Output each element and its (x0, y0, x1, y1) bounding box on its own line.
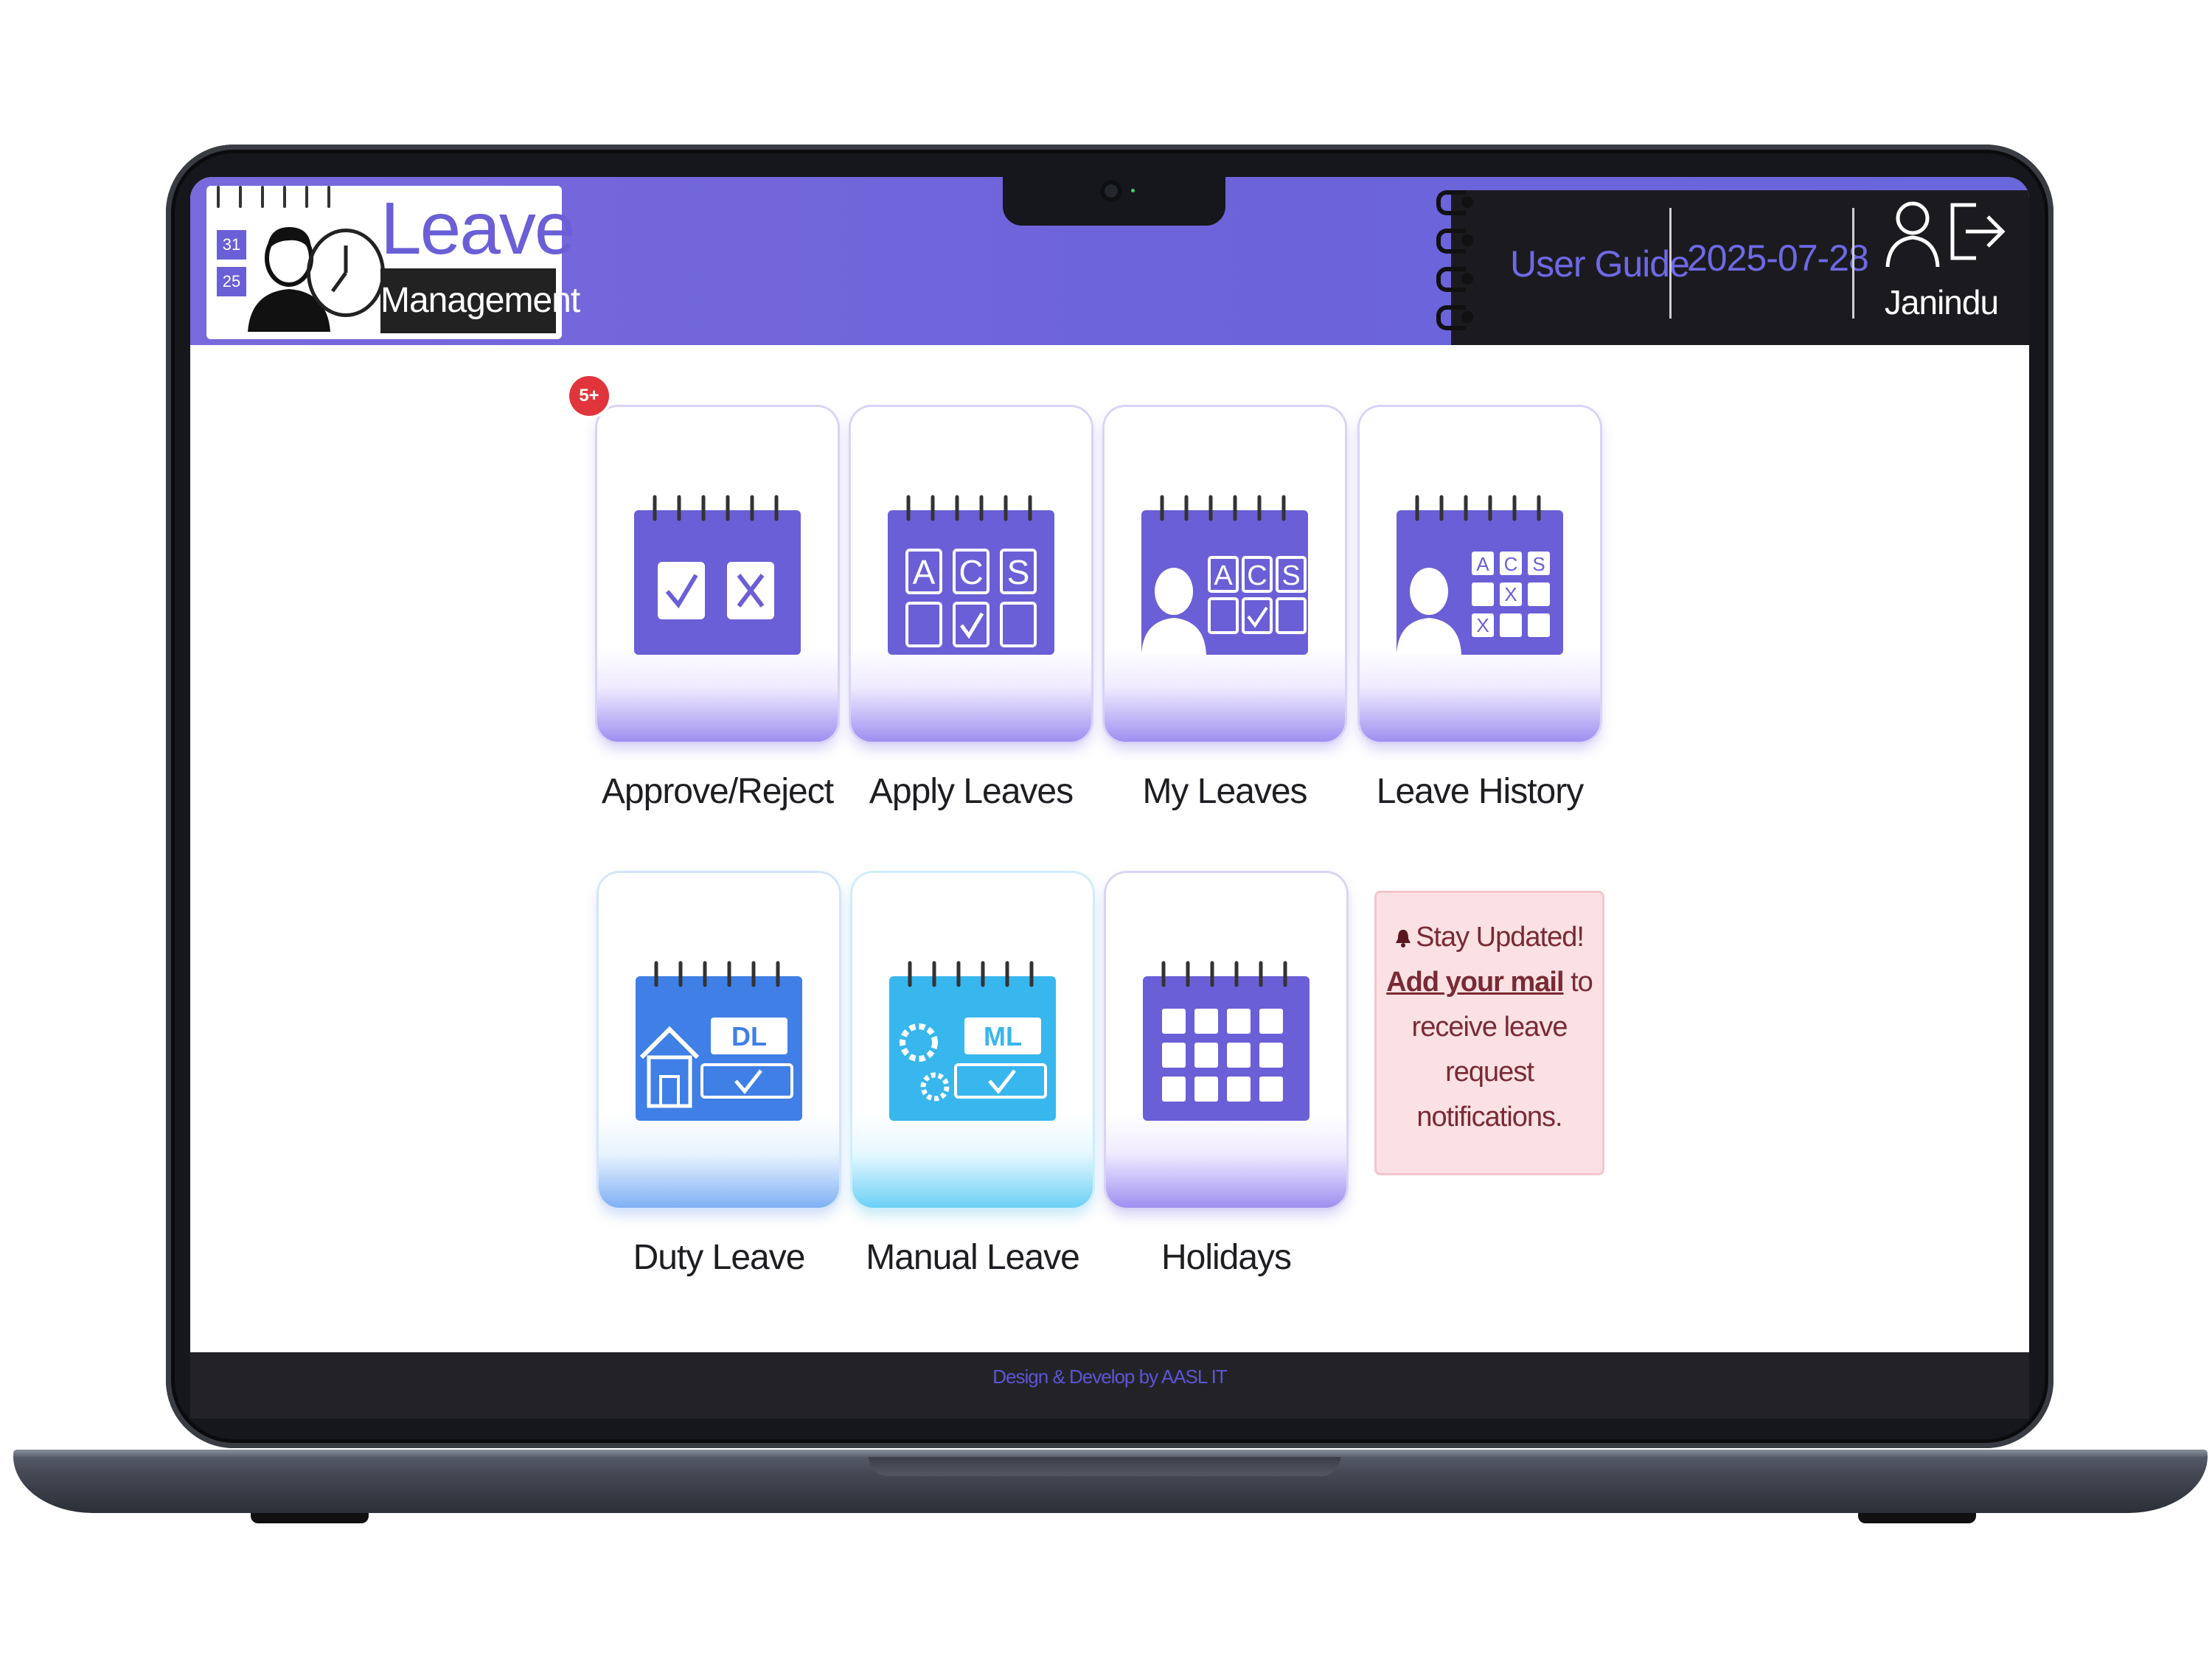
letter-s: S (1532, 553, 1545, 575)
tile-label-duty-leave[interactable]: Duty Leave (579, 1236, 859, 1280)
tile-apply-leaves[interactable]: A C S (851, 407, 1091, 742)
logo-rings (217, 186, 349, 208)
screen: 31 25 Leave Management User Guide 2025-0… (190, 177, 2029, 1419)
camera-icon (1100, 180, 1122, 202)
tile-manual-leave[interactable]: ML (852, 873, 1093, 1208)
footer-credit: Design & Develop by AASL IT (992, 1366, 1227, 1388)
logo-date-1: 31 (217, 230, 246, 260)
letter-s: S (1007, 553, 1030, 591)
header-divider (1852, 208, 1854, 319)
letter-c: C (1247, 560, 1267, 591)
letter-a: A (1214, 560, 1233, 591)
add-mail-link[interactable]: Add your mail (1386, 967, 1564, 998)
header-divider (1669, 208, 1672, 319)
notice-text-to: to (1571, 967, 1593, 998)
tile-my-leaves[interactable]: A C S (1105, 407, 1345, 742)
tile-label-apply-leaves[interactable]: Apply Leaves (831, 770, 1111, 814)
logo-date-2: 25 (217, 267, 246, 296)
spiral-binding-icon (1436, 190, 1478, 336)
username: Janindu (1884, 283, 1999, 321)
laptop-foot (1858, 1513, 1976, 1523)
letter-c: C (959, 553, 983, 591)
my-leaves-icon: A C S (1141, 495, 1308, 655)
tile-label-my-leaves[interactable]: My Leaves (1085, 770, 1365, 814)
logo-title: Leave (380, 187, 575, 270)
bell-icon (1396, 930, 1411, 947)
user-guide-link[interactable]: User Guide (1510, 234, 1690, 293)
notice-line-4: request (1445, 1057, 1534, 1088)
leave-history-icon: A C S X X (1397, 495, 1563, 655)
notice-line-3: receive leave (1411, 1012, 1568, 1043)
apply-leaves-icon: A C S (888, 495, 1054, 655)
holidays-icon (1143, 961, 1310, 1121)
letter-x: X (1476, 614, 1489, 636)
duty-leave-code: DL (731, 1021, 767, 1051)
duty-leave-icon: DL (636, 961, 802, 1121)
stay-updated-notice: Stay Updated! Add your mail to receive l… (1374, 891, 1604, 1175)
logo-clock-icon (307, 229, 385, 317)
laptop-foot (251, 1513, 369, 1523)
notice-title-row: Stay Updated! (1377, 915, 1602, 960)
laptop-base-edge (13, 1450, 2208, 1457)
tile-label-approve-reject[interactable]: Approve/Reject (577, 770, 858, 814)
notice-title: Stay Updated! (1416, 922, 1585, 953)
tile-approve-reject[interactable] (597, 407, 838, 742)
notification-badge[interactable]: 5+ (569, 376, 609, 416)
notice-line-5: notifications. (1416, 1102, 1562, 1133)
tile-label-holidays[interactable]: Holidays (1086, 1236, 1366, 1280)
logo-subtitle: Management (380, 268, 580, 333)
tile-label-leave-history[interactable]: Leave History (1340, 770, 1620, 814)
tile-duty-leave[interactable]: DL (599, 873, 839, 1208)
app-logo[interactable]: 31 25 Leave Management (206, 186, 580, 339)
tile-leave-history[interactable]: A C S X X (1360, 407, 1600, 742)
tile-label-manual-leave[interactable]: Manual Leave (832, 1236, 1113, 1280)
notice-link-row: Add your mail to (1377, 960, 1602, 1005)
letter-s: S (1281, 560, 1300, 591)
manual-leave-icon: ML (889, 961, 1056, 1121)
current-date: 2025-07-28 (1687, 237, 1869, 279)
user-icon[interactable] (1883, 193, 1942, 270)
letter-a: A (1476, 553, 1489, 575)
letter-a: A (913, 553, 936, 591)
letter-x: X (1504, 583, 1517, 605)
laptop-opening-notch (869, 1457, 1340, 1476)
approve-reject-icon (634, 495, 801, 655)
letter-c: C (1504, 553, 1518, 575)
camera-led (1131, 189, 1135, 192)
manual-leave-code: ML (984, 1021, 1022, 1051)
app-footer: Design & Develop by AASL IT (190, 1352, 2029, 1419)
tile-holidays[interactable] (1106, 873, 1346, 1208)
logout-icon[interactable] (1947, 195, 2006, 265)
logo-calendar-icon: 31 25 (217, 230, 246, 326)
